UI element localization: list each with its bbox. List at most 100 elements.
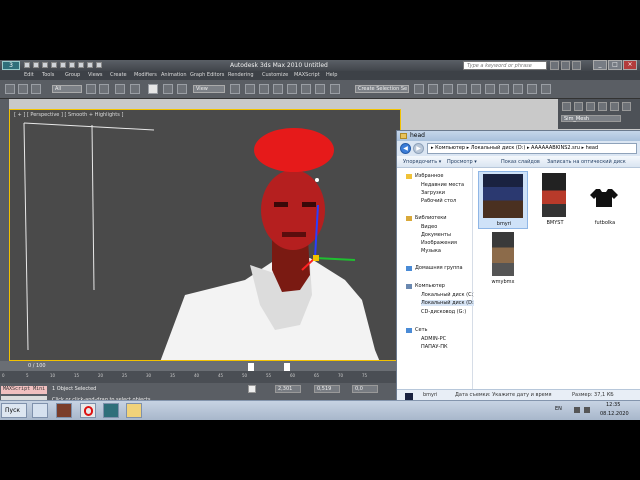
render-setup-icon[interactable] xyxy=(513,84,523,94)
perspective-viewport[interactable]: [ + ] [ Perspective ] [ Smooth + Highlig… xyxy=(9,109,401,361)
organize-button[interactable]: Упорядочить ▾ xyxy=(403,159,441,165)
select-by-name-icon[interactable] xyxy=(99,84,109,94)
back-icon[interactable]: ◀ xyxy=(400,143,411,154)
object-name-field[interactable]: Sim_Mesh xyxy=(561,115,621,122)
nav-drive-d[interactable]: Локальный диск (D:) xyxy=(421,300,476,306)
explorer-title-bar[interactable]: head xyxy=(397,131,640,141)
redo-icon[interactable] xyxy=(18,84,28,94)
menu-animation[interactable]: Animation xyxy=(161,72,187,78)
maxscript-listener[interactable]: MAXScript Mini xyxy=(1,386,47,394)
snap-toggle-icon[interactable] xyxy=(259,84,269,94)
named-selection-icon[interactable] xyxy=(330,84,340,94)
track-bar[interactable]: 0 5 10 15 20 25 30 35 40 45 50 55 60 65 … xyxy=(0,363,398,383)
undo-icon[interactable] xyxy=(5,84,15,94)
view-button[interactable]: Просмотр ▾ xyxy=(447,159,477,165)
tray-icon[interactable] xyxy=(574,407,580,413)
file-item[interactable]: BMYST xyxy=(530,171,580,229)
mirror-icon[interactable] xyxy=(414,84,424,94)
angle-snap-icon[interactable] xyxy=(273,84,283,94)
menu-maxscript[interactable]: MAXScript xyxy=(294,72,320,78)
menu-group[interactable]: Group xyxy=(65,72,80,78)
link-icon[interactable] xyxy=(31,84,41,94)
selection-filter-dropdown[interactable]: All xyxy=(52,85,82,93)
material-editor-icon[interactable] xyxy=(499,84,509,94)
3dsmax-taskbar-icon[interactable] xyxy=(103,403,119,418)
time-slider[interactable]: 0 / 100 xyxy=(0,361,398,371)
file-item[interactable]: futbolka xyxy=(580,171,630,229)
start-button[interactable]: Пуск xyxy=(1,403,27,418)
x-coordinate-field[interactable]: 2,301 xyxy=(275,385,301,393)
network-header[interactable]: Сеть xyxy=(415,327,427,333)
file-item[interactable]: wmybmx xyxy=(478,230,528,288)
search-input[interactable]: Type a keyword or phrase xyxy=(463,61,547,70)
nav-desktop[interactable]: Рабочий стол xyxy=(421,198,456,204)
layer-manager-icon[interactable] xyxy=(443,84,453,94)
edit-named-selection-icon[interactable] xyxy=(315,84,325,94)
quick-access-icon[interactable] xyxy=(87,62,93,68)
nav-papau-pc[interactable]: ПАПАУ-ПК xyxy=(421,344,448,350)
nav-pictures[interactable]: Изображения xyxy=(421,240,457,246)
curve-editor-icon[interactable] xyxy=(471,84,481,94)
render-production-icon[interactable] xyxy=(541,84,551,94)
help-icon[interactable] xyxy=(572,61,581,70)
burn-button[interactable]: Записать на оптический диск xyxy=(547,159,626,165)
modify-tab-icon[interactable] xyxy=(574,102,583,111)
menu-create[interactable]: Create xyxy=(110,72,127,78)
rotate-icon[interactable] xyxy=(163,84,173,94)
graphite-toggle-icon[interactable] xyxy=(457,84,467,94)
opera-icon[interactable] xyxy=(80,403,96,418)
nav-video[interactable]: Видео xyxy=(421,224,437,230)
select-object-icon[interactable] xyxy=(86,84,96,94)
explorer-taskbar-icon[interactable] xyxy=(126,403,142,418)
redo-icon[interactable] xyxy=(60,62,66,68)
nav-admin-pc[interactable]: ADMIN-PC xyxy=(421,336,446,342)
menu-graph-editors[interactable]: Graph Editors xyxy=(190,72,224,78)
menu-customize[interactable]: Customize xyxy=(262,72,288,78)
nav-recent-places[interactable]: Недавние места xyxy=(421,182,464,188)
hierarchy-tab-icon[interactable] xyxy=(586,102,595,111)
menu-modifiers[interactable]: Modifiers xyxy=(134,72,157,78)
search-icon[interactable] xyxy=(550,61,559,70)
app-logo-icon[interactable]: 3 xyxy=(2,61,20,70)
subscription-icon[interactable] xyxy=(561,61,570,70)
volume-icon[interactable] xyxy=(584,407,590,413)
pivot-center-icon[interactable] xyxy=(230,84,240,94)
quick-access-icon[interactable] xyxy=(78,62,84,68)
quick-access-icon[interactable] xyxy=(96,62,102,68)
percent-snap-icon[interactable] xyxy=(287,84,297,94)
nav-homegroup[interactable]: Домашняя группа xyxy=(415,265,463,271)
time-slider-handle[interactable] xyxy=(248,363,254,371)
game-icon[interactable] xyxy=(56,403,72,418)
libraries-header[interactable]: Библиотеки xyxy=(415,215,447,221)
slideshow-button[interactable]: Показ слайдов xyxy=(501,159,540,165)
maximize-button[interactable]: □ xyxy=(608,60,622,70)
move-icon[interactable] xyxy=(148,84,158,94)
clock-date[interactable]: 08.12.2020 xyxy=(600,411,629,417)
spinner-snap-icon[interactable] xyxy=(301,84,311,94)
computer-header[interactable]: Компьютер xyxy=(415,283,445,289)
menu-views[interactable]: Views xyxy=(88,72,102,78)
close-button[interactable]: × xyxy=(623,60,637,70)
reference-coordinate-dropdown[interactable]: View xyxy=(193,85,225,93)
select-manipulate-icon[interactable] xyxy=(245,84,255,94)
nav-documents[interactable]: Документы xyxy=(421,232,451,238)
tools-icon[interactable] xyxy=(32,403,48,418)
align-icon[interactable] xyxy=(428,84,438,94)
y-coordinate-field[interactable]: 0,519 xyxy=(314,385,340,393)
motion-tab-icon[interactable] xyxy=(598,102,607,111)
clock-time[interactable]: 12:35 xyxy=(606,402,620,408)
rect-selection-icon[interactable] xyxy=(115,84,125,94)
save-file-icon[interactable] xyxy=(42,62,48,68)
minimize-button[interactable]: _ xyxy=(593,60,607,70)
address-path[interactable]: ▸ Компьютер ▸ Локальный диск (D:) ▸ AAAA… xyxy=(427,143,637,154)
menu-rendering[interactable]: Rendering xyxy=(228,72,254,78)
menu-help[interactable]: Help xyxy=(326,72,337,78)
z-coordinate-field[interactable]: 0,0 xyxy=(352,385,378,393)
open-file-icon[interactable] xyxy=(33,62,39,68)
scale-icon[interactable] xyxy=(177,84,187,94)
schematic-view-icon[interactable] xyxy=(485,84,495,94)
window-crossing-icon[interactable] xyxy=(130,84,140,94)
display-tab-icon[interactable] xyxy=(610,102,619,111)
language-indicator[interactable]: EN xyxy=(555,406,562,412)
rendered-frame-icon[interactable] xyxy=(527,84,537,94)
